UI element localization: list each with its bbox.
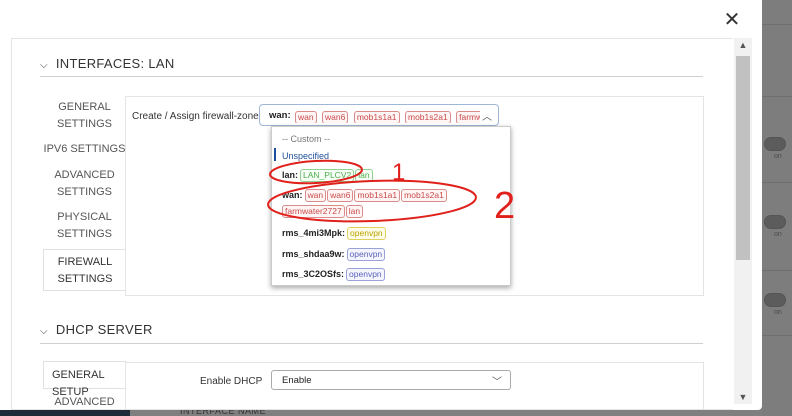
tab-firewall-settings[interactable]: FIREWALL SETTINGS (43, 249, 126, 291)
tab-label: ADVANCED (54, 169, 115, 181)
chevron-up-icon: ︿ (482, 112, 492, 123)
dropdown-option-unspecified[interactable]: Unspecified (282, 151, 329, 161)
dropdown-option-lan[interactable]: lan: LAN_PLCV2 lan (282, 169, 374, 182)
chevron-down-icon: ⌵ (40, 60, 48, 71)
scroll-down-icon[interactable]: ▼ (734, 390, 752, 404)
firewall-zone-select[interactable]: wan: wan wan6 mob1s1a1 mob1s2a1 farmwate… (259, 104, 499, 126)
background-toggle (764, 293, 786, 307)
tab-label: SETTINGS (56, 118, 112, 130)
zone-name: rms_4mi3Mpk: (282, 227, 346, 238)
zone-tag: farmwater2727 (282, 205, 345, 218)
tab-label: SETTINGS (57, 273, 113, 285)
background-toggle (764, 215, 786, 229)
section-title-text: INTERFACES: LAN (55, 56, 175, 71)
background-toggle-label: on (774, 153, 782, 160)
tab-general-settings[interactable]: GENERAL SETTINGS (43, 99, 126, 133)
dropdown-option-rms-shdaa9w[interactable]: rms_shdaa9w: openvpn (282, 248, 386, 261)
zone-name: wan: (282, 189, 303, 200)
tab-label: PHYSICAL (57, 211, 112, 223)
selected-zone-tags: wan wan6 mob1s1a1 mob1s2a1 farmwate (295, 109, 480, 123)
firewall-zone-dropdown: -- Custom -- Unspecified lan: LAN_PLCV2 la… (271, 126, 511, 286)
tab-label: GENERAL (58, 101, 111, 113)
firewall-zone-label: Create / Assign firewall-zone (132, 111, 259, 122)
background-toggle-label: on (774, 231, 782, 238)
selection-indicator (274, 148, 276, 161)
tab-label: SETTINGS (56, 228, 112, 240)
zone-tag: mob1s2a1 (401, 189, 447, 202)
scroll-up-icon[interactable]: ▲ (734, 38, 752, 52)
zone-tag: farmwate (456, 111, 480, 123)
enable-dhcp-label: Enable DHCP (200, 376, 263, 387)
zone-tag: LAN_PLCV2 (300, 169, 355, 182)
dropdown-option-rms-4mi3mpk[interactable]: rms_4mi3Mpk: openvpn (282, 227, 387, 240)
section-title-text: DHCP SERVER (55, 322, 153, 337)
enable-dhcp-value: Enable (282, 375, 312, 386)
background-right-strip (762, 0, 792, 416)
tab-label: FIREWALL (57, 256, 113, 268)
section-divider (40, 343, 703, 344)
tab-ipv6-settings[interactable]: IPV6 SETTINGS (43, 141, 126, 158)
section-interfaces[interactable]: ⌵ INTERFACES: LAN (40, 56, 175, 71)
zone-tag: lan (355, 169, 373, 182)
dropdown-option-wan[interactable]: wan: wan wan6 mob1s1a1 mob1s2a1 farmwater272… (282, 189, 448, 218)
tab-advanced-settings[interactable]: ADVANCED SETTINGS (43, 167, 126, 201)
tab-advanced[interactable]: ADVANCED (43, 394, 126, 409)
zone-tag: mob1s1a1 (354, 189, 401, 202)
section-dhcp-server[interactable]: ⌵ DHCP SERVER (40, 322, 153, 337)
interface-settings-modal: ✕ ⌵ INTERFACES: LAN GENERAL SETTINGS IPV6… (0, 0, 762, 410)
zone-tag: openvpn (347, 227, 386, 240)
tab-label: IPV6 SETTINGS (43, 143, 126, 155)
zone-tag: wan6 (327, 189, 354, 202)
zone-tag: mob1s1a1 (353, 111, 400, 123)
close-icon[interactable]: ✕ (722, 10, 742, 30)
tab-physical-settings[interactable]: PHYSICAL SETTINGS (43, 209, 126, 243)
tab-general-setup[interactable]: GENERAL SETUP (43, 361, 126, 398)
chevron-down-icon: ⌵ (40, 326, 48, 337)
zone-tag: mob1s2a1 (404, 111, 451, 123)
section-divider (40, 76, 703, 77)
zone-tag: openvpn (346, 248, 386, 261)
dropdown-option-rms-3c2osfs[interactable]: rms_3C2OSfs: openvpn (282, 268, 386, 281)
zone-name: rms_shdaa9w: (282, 248, 345, 259)
zone-tag: lan (345, 205, 364, 218)
enable-dhcp-select[interactable]: Enable ﹀ (271, 370, 511, 390)
dropdown-option-custom[interactable]: -- Custom -- (282, 134, 330, 144)
modal-scrollbar[interactable]: ▲ ▼ (734, 38, 752, 404)
zone-name: rms_3C2OSfs: (282, 268, 345, 279)
selected-zone-name: wan: (269, 110, 291, 121)
zone-tag: wan (295, 111, 317, 123)
zone-tag: wan (304, 189, 327, 202)
background-toggle (764, 137, 786, 151)
zone-tag: wan6 (322, 111, 349, 123)
tab-label: SETTINGS (56, 186, 112, 198)
tab-label: ADVANCED (54, 396, 115, 408)
zone-name: lan: (282, 169, 299, 180)
background-toggle-label: on (774, 309, 782, 316)
scrollbar-thumb[interactable] (736, 56, 750, 260)
chevron-down-icon: ﹀ (492, 377, 502, 388)
zone-tag: openvpn (346, 268, 385, 281)
